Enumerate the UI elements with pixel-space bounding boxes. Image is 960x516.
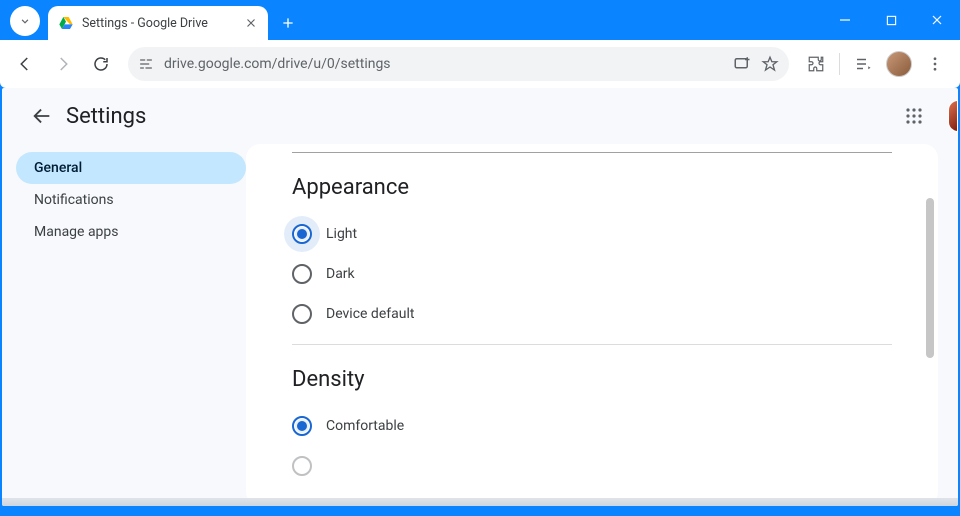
- page-content: Settings General Notifications Manage ap…: [2, 88, 958, 506]
- appearance-option-dark[interactable]: Dark: [292, 254, 892, 294]
- radio-icon: [292, 456, 312, 476]
- radio-icon: [292, 264, 312, 284]
- install-app-icon[interactable]: [733, 55, 751, 73]
- sidebar-item-label: Manage apps: [34, 224, 119, 240]
- radio-label: Comfortable: [326, 418, 404, 434]
- tab-title: Settings - Google Drive: [82, 16, 236, 31]
- plus-icon: [280, 15, 296, 31]
- puzzle-icon: [807, 55, 825, 73]
- sidebar-item-notifications[interactable]: Notifications: [16, 184, 246, 216]
- arrow-left-icon: [31, 105, 53, 127]
- tab-close-button[interactable]: [244, 16, 258, 30]
- radio-label: Light: [326, 226, 357, 242]
- drive-favicon-icon: [58, 15, 74, 31]
- radio-icon: [292, 224, 312, 244]
- site-settings-icon[interactable]: [138, 56, 154, 72]
- radio-icon: [292, 304, 312, 324]
- avatar-icon: [886, 51, 912, 77]
- close-icon: [931, 14, 943, 26]
- apps-grid-icon: [905, 107, 923, 125]
- divider: [292, 344, 892, 345]
- playlist-icon: [854, 55, 872, 73]
- section-title-density: Density: [292, 367, 892, 392]
- sidebar-item-label: Notifications: [34, 192, 114, 208]
- tab-search-button[interactable]: [10, 6, 40, 36]
- density-option-next[interactable]: [292, 446, 892, 486]
- sidebar-item-manage-apps[interactable]: Manage apps: [16, 216, 246, 248]
- arrow-right-icon: [54, 55, 72, 73]
- browser-tab[interactable]: Settings - Google Drive: [48, 6, 268, 40]
- scrollbar-thumb[interactable]: [926, 198, 934, 358]
- window-maximize-button[interactable]: [868, 0, 914, 40]
- reload-icon: [92, 55, 110, 73]
- section-title-appearance: Appearance: [292, 175, 892, 200]
- browser-toolbar: drive.google.com/drive/u/0/settings: [0, 40, 960, 88]
- window-titlebar: Settings - Google Drive: [0, 0, 960, 40]
- maximize-icon: [886, 15, 897, 26]
- nav-forward-button[interactable]: [46, 47, 80, 81]
- chrome-menu-button[interactable]: [918, 47, 952, 81]
- appearance-option-light[interactable]: Light: [292, 214, 892, 254]
- chevron-down-icon: [18, 14, 32, 28]
- appearance-option-device-default[interactable]: Device default: [292, 294, 892, 334]
- media-control-button[interactable]: [846, 47, 880, 81]
- profile-button[interactable]: [882, 47, 916, 81]
- settings-panel: Appearance Light Dark Device default Den…: [246, 144, 938, 506]
- bookmark-button[interactable]: [761, 55, 779, 73]
- divider: [292, 152, 892, 153]
- density-option-comfortable[interactable]: Comfortable: [292, 406, 892, 446]
- radio-label: Device default: [326, 306, 414, 322]
- extensions-button[interactable]: [799, 47, 833, 81]
- account-avatar-button[interactable]: [948, 100, 958, 132]
- address-bar[interactable]: drive.google.com/drive/u/0/settings: [128, 47, 789, 81]
- window-close-button[interactable]: [914, 0, 960, 40]
- new-tab-button[interactable]: [274, 9, 302, 37]
- page-title: Settings: [66, 104, 146, 129]
- minimize-icon: [839, 14, 851, 26]
- bottom-edge: [2, 498, 958, 506]
- kebab-icon: [926, 55, 944, 73]
- settings-back-button[interactable]: [22, 96, 62, 136]
- nav-reload-button[interactable]: [84, 47, 118, 81]
- window-minimize-button[interactable]: [822, 0, 868, 40]
- sidebar-item-general[interactable]: General: [16, 152, 246, 184]
- nav-back-button[interactable]: [8, 47, 42, 81]
- sidebar-item-label: General: [34, 160, 82, 176]
- toolbar-separator: [839, 53, 840, 75]
- url-text: drive.google.com/drive/u/0/settings: [164, 56, 723, 72]
- settings-sidebar: General Notifications Manage apps: [16, 144, 246, 506]
- radio-icon: [292, 416, 312, 436]
- radio-label: Dark: [326, 266, 355, 282]
- drive-settings-header: Settings: [2, 88, 958, 144]
- star-icon: [761, 55, 779, 73]
- close-icon: [244, 16, 258, 30]
- arrow-left-icon: [16, 55, 34, 73]
- google-apps-button[interactable]: [894, 96, 934, 136]
